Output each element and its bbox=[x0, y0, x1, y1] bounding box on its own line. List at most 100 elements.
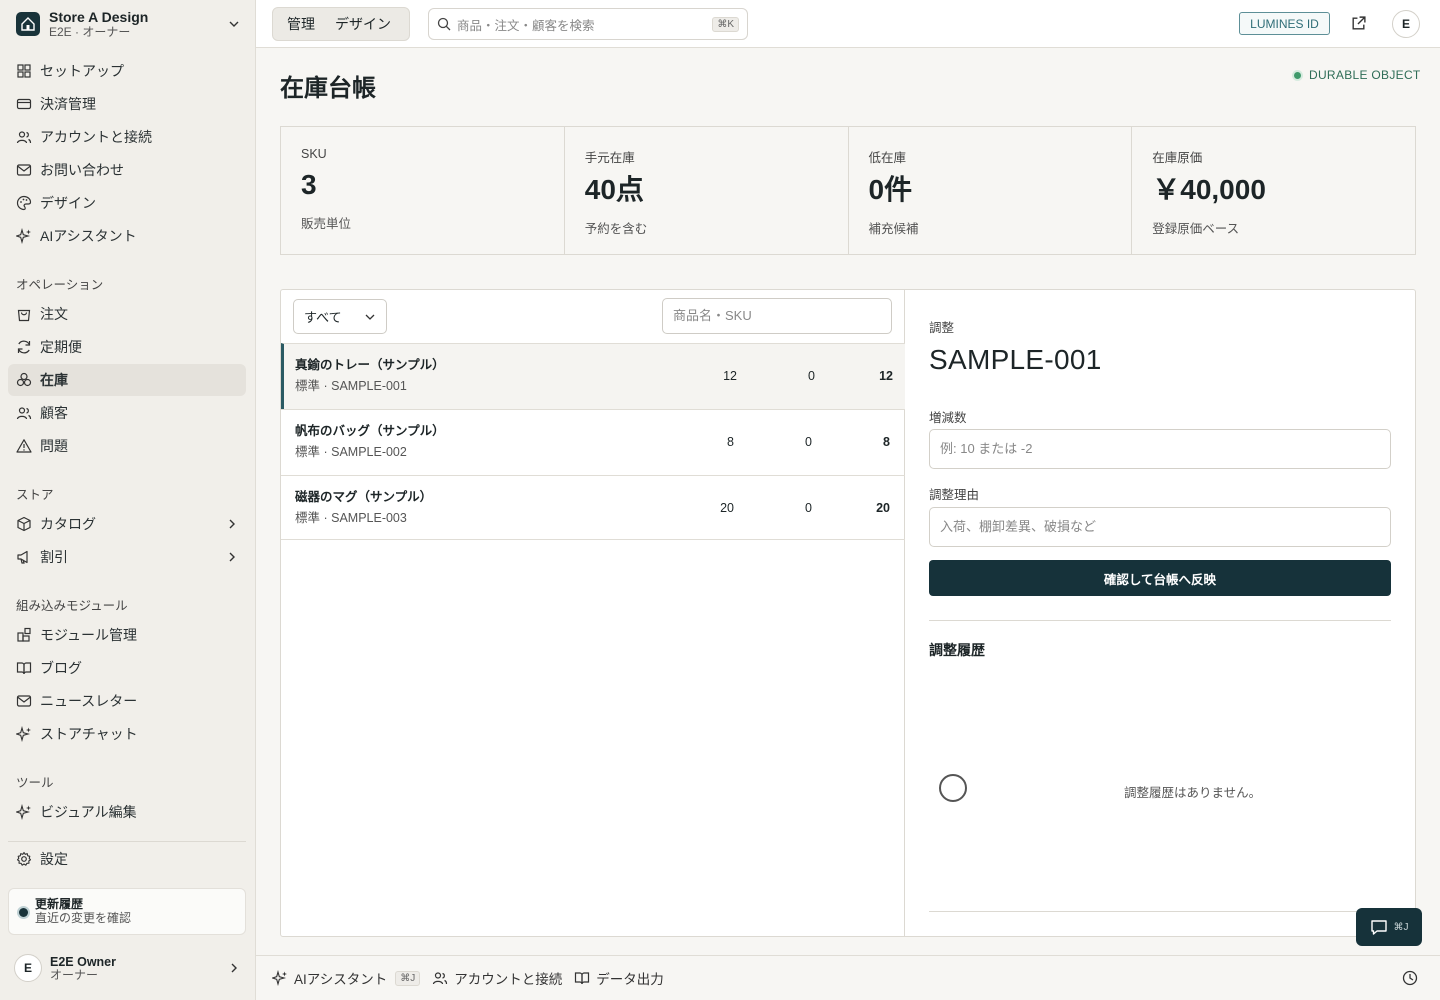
reason-field[interactable]: 入荷、棚卸差異、破損など bbox=[929, 507, 1391, 547]
stat-value: ￥40,000 bbox=[1152, 174, 1266, 205]
sidebar-item-label: AIアシスタント bbox=[40, 228, 137, 244]
sidebar-item-label: カタログ bbox=[40, 516, 96, 532]
shortcut-badge: ⌘J bbox=[395, 970, 421, 986]
tab-design[interactable]: デザイン bbox=[325, 10, 401, 38]
sidebar-item-blog[interactable]: ブログ bbox=[8, 652, 246, 684]
sidebar-item-design[interactable]: デザイン bbox=[8, 187, 246, 219]
sidebar-item-label: 定期便 bbox=[40, 339, 82, 355]
chevron-right-icon bbox=[226, 551, 238, 563]
boxes-icon bbox=[16, 372, 32, 387]
reason-label: 調整理由 bbox=[929, 488, 980, 502]
update-title: 更新履歴 bbox=[35, 897, 84, 911]
shortcut-badge: ⌘J bbox=[1393, 921, 1409, 933]
qty-reserved: 0 bbox=[808, 369, 815, 383]
sparkle-icon bbox=[272, 970, 287, 986]
bottom-export-label: データ出力 bbox=[596, 972, 664, 987]
stat-label: SKU bbox=[301, 147, 327, 161]
filter-select[interactable]: すべて bbox=[293, 299, 387, 334]
sidebar-item-subscriptions[interactable]: 定期便 bbox=[8, 331, 246, 363]
sidebar-item-label: 割引 bbox=[40, 549, 68, 565]
gear-icon bbox=[16, 851, 32, 866]
qty-on-hand: 12 bbox=[723, 369, 737, 383]
stat-value: 3 bbox=[301, 169, 317, 200]
chat-bubble-icon bbox=[1370, 920, 1387, 935]
qty-reserved: 0 bbox=[805, 501, 812, 515]
card-icon bbox=[16, 98, 32, 110]
clock-icon[interactable] bbox=[1402, 970, 1418, 986]
chat-launcher-button[interactable]: ⌘J bbox=[1356, 908, 1422, 946]
sidebar-item-orders[interactable]: 注文 bbox=[8, 298, 246, 330]
stats-row: SKU 3 販売単位 手元在庫 40点 予約を含む 低在庫 0件 補充候補 在庫… bbox=[280, 126, 1416, 255]
blocks-icon bbox=[17, 627, 31, 642]
sidebar-item-issues[interactable]: 問題 bbox=[8, 430, 246, 462]
bottom-export-button[interactable]: データ出力 bbox=[574, 968, 664, 988]
global-search-input[interactable]: 商品・注文・顧客を検索 ⌘K bbox=[428, 8, 748, 40]
update-subtitle: 直近の変更を確認 bbox=[35, 911, 132, 925]
status-dot-icon bbox=[19, 908, 28, 917]
table-row[interactable]: 磁器のマグ（サンプル） 標準 · SAMPLE-003 20 0 20 bbox=[281, 475, 905, 541]
sidebar-item-contact[interactable]: お問い合わせ bbox=[8, 154, 246, 186]
external-link-icon[interactable] bbox=[1350, 15, 1367, 32]
stat-card: 在庫原価 ￥40,000 登録原価ベース bbox=[1132, 127, 1415, 254]
sidebar-item-label: ビジュアル編集 bbox=[40, 804, 137, 820]
qty-label: 増減数 bbox=[929, 411, 967, 425]
sidebar-item-settings[interactable]: 設定 bbox=[8, 843, 246, 875]
sparkle-icon bbox=[16, 804, 31, 820]
empty-state-circle-icon bbox=[939, 774, 967, 802]
stat-sub: 登録原価ベース bbox=[1152, 222, 1240, 236]
store-switcher[interactable]: Store A Design E2E · オーナー bbox=[8, 4, 248, 44]
book-icon bbox=[16, 662, 32, 675]
section-title-modules: 組み込みモジュール bbox=[16, 599, 128, 613]
sidebar-item-catalog[interactable]: カタログ bbox=[8, 508, 246, 540]
sidebar-item-label: 顧客 bbox=[40, 405, 68, 421]
sidebar-item-label: ストアチャット bbox=[40, 726, 138, 742]
sidebar-item-inventory[interactable]: 在庫 bbox=[8, 364, 246, 396]
bottom-ai-assistant-button[interactable]: AIアシスタント ⌘J bbox=[272, 968, 421, 988]
update-history-card[interactable]: 更新履歴 直近の変更を確認 bbox=[8, 888, 246, 935]
qty-field[interactable]: 例: 10 または -2 bbox=[929, 429, 1391, 469]
bottom-accounts-button[interactable]: アカウントと接続 bbox=[432, 968, 562, 988]
qty-reserved: 0 bbox=[805, 435, 812, 449]
stat-label: 手元在庫 bbox=[584, 151, 635, 165]
table-row[interactable]: 帆布のバッグ（サンプル） 標準 · SAMPLE-002 8 0 8 bbox=[281, 409, 905, 475]
mail-icon bbox=[16, 695, 32, 707]
shortcut-badge: ⌘K bbox=[712, 16, 739, 32]
avatar[interactable]: E bbox=[1392, 10, 1420, 38]
qty-available: 20 bbox=[876, 501, 890, 515]
section-title-store: ストア bbox=[16, 488, 54, 502]
sidebar-item-setup[interactable]: セットアップ bbox=[8, 55, 246, 87]
stat-value: 0件 bbox=[868, 174, 913, 205]
mode-switch: 管理 デザイン bbox=[272, 7, 410, 41]
submit-adjustment-button[interactable]: 確認して台帳へ反映 bbox=[929, 560, 1391, 596]
qty-on-hand: 8 bbox=[727, 435, 734, 449]
chevron-right-icon bbox=[228, 962, 240, 974]
sidebar-item-discounts[interactable]: 割引 bbox=[8, 541, 246, 573]
stat-label: 在庫原価 bbox=[1152, 151, 1203, 165]
lumines-id-button[interactable]: LUMINES ID bbox=[1239, 12, 1330, 35]
chevron-right-icon bbox=[226, 518, 238, 530]
sidebar-item-label: モジュール管理 bbox=[40, 627, 138, 643]
user-menu[interactable]: E E2E Owner オーナー bbox=[8, 948, 246, 988]
sparkle-icon bbox=[16, 726, 31, 742]
sidebar-item-label: ブログ bbox=[40, 660, 82, 676]
sidebar-item-newsletter[interactable]: ニュースレター bbox=[8, 685, 246, 717]
warning-icon bbox=[16, 439, 32, 453]
sidebar-item-visual-editor[interactable]: ビジュアル編集 bbox=[8, 796, 246, 828]
table-row[interactable]: 真鍮のトレー（サンプル） 標準 · SAMPLE-001 12 0 12 bbox=[281, 343, 905, 409]
users-icon bbox=[16, 407, 32, 420]
status-badge-label: DURABLE OBJECT bbox=[1309, 68, 1421, 82]
qty-available: 12 bbox=[879, 369, 893, 383]
status-dot-icon bbox=[1294, 71, 1301, 79]
sidebar-item-store-chat[interactable]: ストアチャット bbox=[8, 718, 246, 750]
sidebar-item-payments[interactable]: 決済管理 bbox=[8, 88, 246, 120]
sidebar-item-accounts[interactable]: アカウントと接続 bbox=[8, 121, 246, 153]
tab-admin[interactable]: 管理 bbox=[277, 10, 325, 38]
sidebar-item-customers[interactable]: 顧客 bbox=[8, 397, 246, 429]
sidebar-item-label: セットアップ bbox=[40, 63, 124, 79]
stat-sub: 補充候補 bbox=[868, 222, 919, 236]
sidebar-item-label: デザイン bbox=[40, 195, 96, 211]
sku-search-input[interactable]: 商品名・SKU bbox=[662, 298, 892, 334]
sidebar-item-module-manager[interactable]: モジュール管理 bbox=[8, 619, 246, 651]
section-title-operations: オペレーション bbox=[16, 278, 104, 292]
sidebar-item-ai-assistant[interactable]: AIアシスタント bbox=[8, 220, 246, 252]
